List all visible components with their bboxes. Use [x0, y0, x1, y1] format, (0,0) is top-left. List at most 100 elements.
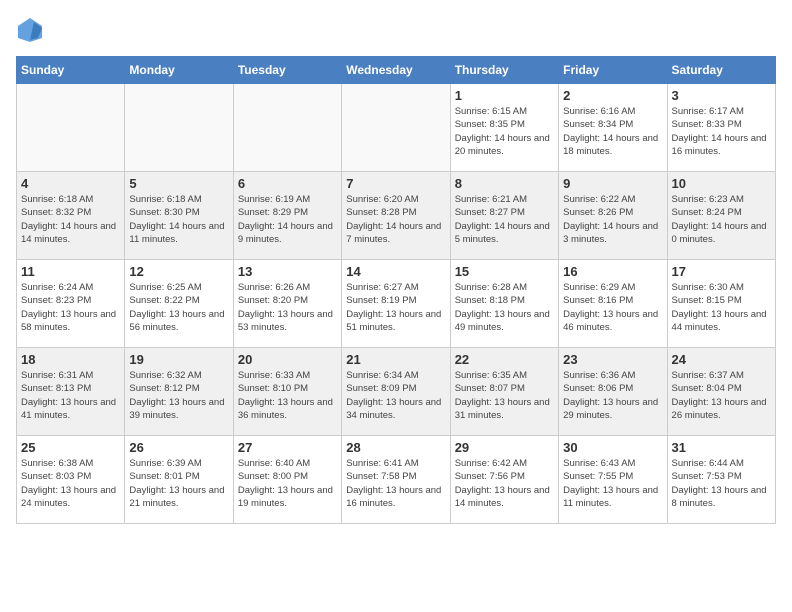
- day-number: 1: [455, 88, 554, 103]
- day-info: Sunrise: 6:42 AM Sunset: 7:56 PM Dayligh…: [455, 457, 554, 510]
- day-number: 3: [672, 88, 771, 103]
- calendar-day-cell: 10 Sunrise: 6:23 AM Sunset: 8:24 PM Dayli…: [667, 172, 775, 260]
- calendar-day-cell: 29 Sunrise: 6:42 AM Sunset: 7:56 PM Dayli…: [450, 436, 558, 524]
- days-header-row: SundayMondayTuesdayWednesdayThursdayFrid…: [17, 57, 776, 84]
- calendar-week-row: 18 Sunrise: 6:31 AM Sunset: 8:13 PM Dayli…: [17, 348, 776, 436]
- day-info: Sunrise: 6:18 AM Sunset: 8:30 PM Dayligh…: [129, 193, 228, 246]
- calendar-day-cell: 21 Sunrise: 6:34 AM Sunset: 8:09 PM Dayli…: [342, 348, 450, 436]
- day-of-week-header: Tuesday: [233, 57, 341, 84]
- calendar-day-cell: 30 Sunrise: 6:43 AM Sunset: 7:55 PM Dayli…: [559, 436, 667, 524]
- day-info: Sunrise: 6:40 AM Sunset: 8:00 PM Dayligh…: [238, 457, 337, 510]
- day-of-week-header: Friday: [559, 57, 667, 84]
- day-info: Sunrise: 6:34 AM Sunset: 8:09 PM Dayligh…: [346, 369, 445, 422]
- day-info: Sunrise: 6:41 AM Sunset: 7:58 PM Dayligh…: [346, 457, 445, 510]
- day-info: Sunrise: 6:16 AM Sunset: 8:34 PM Dayligh…: [563, 105, 662, 158]
- calendar-week-row: 25Sunrise: 6:38 AM Sunset: 8:03 PM Dayli…: [17, 436, 776, 524]
- day-number: 6: [238, 176, 337, 191]
- day-number: 27: [238, 440, 337, 455]
- day-number: 19: [129, 352, 228, 367]
- day-number: 16: [563, 264, 662, 279]
- day-number: 31: [672, 440, 771, 455]
- page-header: [16, 16, 776, 44]
- calendar-day-cell: 11 Sunrise: 6:24 AM Sunset: 8:23 PM Dayli…: [17, 260, 125, 348]
- calendar-day-cell: 31 Sunrise: 6:44 AM Sunset: 7:53 PM Dayli…: [667, 436, 775, 524]
- day-number: 24: [672, 352, 771, 367]
- calendar-day-cell: 20 Sunrise: 6:33 AM Sunset: 8:10 PM Dayli…: [233, 348, 341, 436]
- day-info: Sunrise: 6:26 AM Sunset: 8:20 PM Dayligh…: [238, 281, 337, 334]
- calendar-day-cell: 9Sunrise: 6:22 AM Sunset: 8:26 PM Daylig…: [559, 172, 667, 260]
- day-of-week-header: Sunday: [17, 57, 125, 84]
- day-info: Sunrise: 6:39 AM Sunset: 8:01 PM Dayligh…: [129, 457, 228, 510]
- calendar-day-cell: 3 Sunrise: 6:17 AM Sunset: 8:33 PM Daylig…: [667, 84, 775, 172]
- day-number: 13: [238, 264, 337, 279]
- day-info: Sunrise: 6:35 AM Sunset: 8:07 PM Dayligh…: [455, 369, 554, 422]
- calendar-day-cell: 8 Sunrise: 6:21 AM Sunset: 8:27 PM Daylig…: [450, 172, 558, 260]
- calendar-day-cell: [233, 84, 341, 172]
- day-info: Sunrise: 6:30 AM Sunset: 8:15 PM Dayligh…: [672, 281, 771, 334]
- day-of-week-header: Wednesday: [342, 57, 450, 84]
- calendar-day-cell: 22 Sunrise: 6:35 AM Sunset: 8:07 PM Dayli…: [450, 348, 558, 436]
- day-number: 22: [455, 352, 554, 367]
- day-number: 14: [346, 264, 445, 279]
- day-number: 29: [455, 440, 554, 455]
- day-number: 18: [21, 352, 120, 367]
- calendar-day-cell: [17, 84, 125, 172]
- calendar-day-cell: 2 Sunrise: 6:16 AM Sunset: 8:34 PM Daylig…: [559, 84, 667, 172]
- day-info: Sunrise: 6:27 AM Sunset: 8:19 PM Dayligh…: [346, 281, 445, 334]
- calendar-day-cell: 28 Sunrise: 6:41 AM Sunset: 7:58 PM Dayli…: [342, 436, 450, 524]
- calendar-day-cell: [342, 84, 450, 172]
- calendar-table: SundayMondayTuesdayWednesdayThursdayFrid…: [16, 56, 776, 524]
- day-number: 11: [21, 264, 120, 279]
- calendar-day-cell: 1 Sunrise: 6:15 AM Sunset: 8:35 PM Daylig…: [450, 84, 558, 172]
- day-number: 4: [21, 176, 120, 191]
- day-number: 10: [672, 176, 771, 191]
- day-of-week-header: Thursday: [450, 57, 558, 84]
- calendar-day-cell: 19 Sunrise: 6:32 AM Sunset: 8:12 PM Dayli…: [125, 348, 233, 436]
- day-info: Sunrise: 6:24 AM Sunset: 8:23 PM Dayligh…: [21, 281, 120, 334]
- day-number: 5: [129, 176, 228, 191]
- calendar-day-cell: 6 Sunrise: 6:19 AM Sunset: 8:29 PM Daylig…: [233, 172, 341, 260]
- logo-icon: [16, 16, 44, 44]
- logo: [16, 16, 48, 44]
- day-number: 26: [129, 440, 228, 455]
- day-number: 12: [129, 264, 228, 279]
- day-number: 15: [455, 264, 554, 279]
- day-info: Sunrise: 6:25 AM Sunset: 8:22 PM Dayligh…: [129, 281, 228, 334]
- day-info: Sunrise: 6:23 AM Sunset: 8:24 PM Dayligh…: [672, 193, 771, 246]
- day-number: 23: [563, 352, 662, 367]
- calendar-day-cell: 14 Sunrise: 6:27 AM Sunset: 8:19 PM Dayli…: [342, 260, 450, 348]
- day-number: 21: [346, 352, 445, 367]
- day-number: 8: [455, 176, 554, 191]
- calendar-day-cell: 5 Sunrise: 6:18 AM Sunset: 8:30 PM Daylig…: [125, 172, 233, 260]
- day-number: 25: [21, 440, 120, 455]
- calendar-day-cell: 18 Sunrise: 6:31 AM Sunset: 8:13 PM Dayli…: [17, 348, 125, 436]
- day-of-week-header: Saturday: [667, 57, 775, 84]
- calendar-day-cell: 15Sunrise: 6:28 AM Sunset: 8:18 PM Dayli…: [450, 260, 558, 348]
- day-info: Sunrise: 6:32 AM Sunset: 8:12 PM Dayligh…: [129, 369, 228, 422]
- day-info: Sunrise: 6:15 AM Sunset: 8:35 PM Dayligh…: [455, 105, 554, 158]
- calendar-day-cell: 13 Sunrise: 6:26 AM Sunset: 8:20 PM Dayli…: [233, 260, 341, 348]
- calendar-day-cell: [125, 84, 233, 172]
- day-info: Sunrise: 6:21 AM Sunset: 8:27 PM Dayligh…: [455, 193, 554, 246]
- day-info: Sunrise: 6:18 AM Sunset: 8:32 PM Dayligh…: [21, 193, 120, 246]
- day-number: 20: [238, 352, 337, 367]
- day-number: 28: [346, 440, 445, 455]
- day-number: 2: [563, 88, 662, 103]
- calendar-week-row: 11 Sunrise: 6:24 AM Sunset: 8:23 PM Dayli…: [17, 260, 776, 348]
- calendar-day-cell: 16Sunrise: 6:29 AM Sunset: 8:16 PM Dayli…: [559, 260, 667, 348]
- day-info: Sunrise: 6:33 AM Sunset: 8:10 PM Dayligh…: [238, 369, 337, 422]
- calendar-day-cell: 26 Sunrise: 6:39 AM Sunset: 8:01 PM Dayli…: [125, 436, 233, 524]
- day-info: Sunrise: 6:22 AM Sunset: 8:26 PM Dayligh…: [563, 193, 662, 246]
- day-info: Sunrise: 6:17 AM Sunset: 8:33 PM Dayligh…: [672, 105, 771, 158]
- calendar-day-cell: 27 Sunrise: 6:40 AM Sunset: 8:00 PM Dayli…: [233, 436, 341, 524]
- calendar-day-cell: 23Sunrise: 6:36 AM Sunset: 8:06 PM Dayli…: [559, 348, 667, 436]
- day-info: Sunrise: 6:31 AM Sunset: 8:13 PM Dayligh…: [21, 369, 120, 422]
- calendar-day-cell: 17Sunrise: 6:30 AM Sunset: 8:15 PM Dayli…: [667, 260, 775, 348]
- calendar-week-row: 4 Sunrise: 6:18 AM Sunset: 8:32 PM Daylig…: [17, 172, 776, 260]
- day-info: Sunrise: 6:37 AM Sunset: 8:04 PM Dayligh…: [672, 369, 771, 422]
- day-info: Sunrise: 6:43 AM Sunset: 7:55 PM Dayligh…: [563, 457, 662, 510]
- calendar-day-cell: 4 Sunrise: 6:18 AM Sunset: 8:32 PM Daylig…: [17, 172, 125, 260]
- day-info: Sunrise: 6:19 AM Sunset: 8:29 PM Dayligh…: [238, 193, 337, 246]
- day-info: Sunrise: 6:44 AM Sunset: 7:53 PM Dayligh…: [672, 457, 771, 510]
- day-number: 30: [563, 440, 662, 455]
